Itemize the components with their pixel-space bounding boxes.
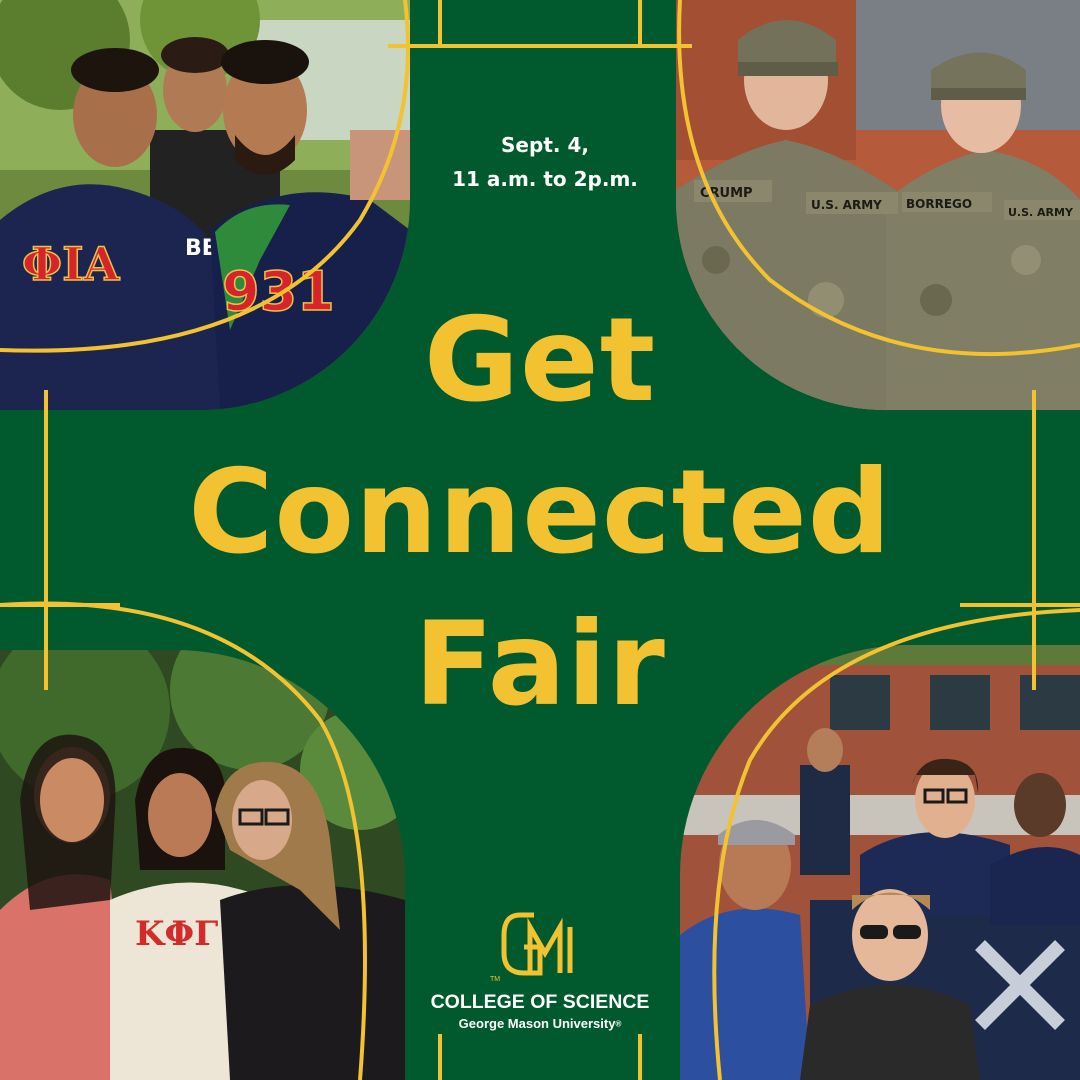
event-date-line: Sept. 4, [501, 133, 589, 157]
event-title: Get Connected Fair [60, 285, 1020, 741]
army-tape-left: U.S. ARMY [811, 198, 882, 212]
college-name: COLLEGE OF SCIENCE [430, 991, 650, 1013]
event-time-line: 11 a.m. to 2p.m. [452, 167, 638, 191]
shirt-letters-left: ΦΙΑ [22, 237, 121, 291]
army-tape-right: U.S. ARMY [1008, 206, 1074, 219]
university-name: George Mason University® [395, 1015, 685, 1034]
university-name-text: George Mason University [458, 1016, 616, 1031]
name-tape-left: CRUMP [700, 186, 753, 201]
title-line-1: Get [423, 293, 657, 428]
title-line-2: Connected [188, 445, 892, 580]
gm-monogram-icon: TM [490, 912, 573, 983]
title-line-3: Fair [414, 597, 666, 732]
registered-mark: ® [615, 1019, 622, 1029]
college-logo: TM COLLEGE OF SCIENCE George Mason Unive… [395, 905, 685, 1034]
sweater-letters: ΚΦΓ [135, 914, 218, 954]
trademark-mark: TM [490, 976, 500, 983]
event-date: Sept. 4, 11 a.m. to 2p.m. [420, 128, 670, 196]
event-poster: ΦΙΑ BE 6 931 [0, 0, 1080, 1080]
name-tape-right: BORREGO [906, 197, 972, 211]
